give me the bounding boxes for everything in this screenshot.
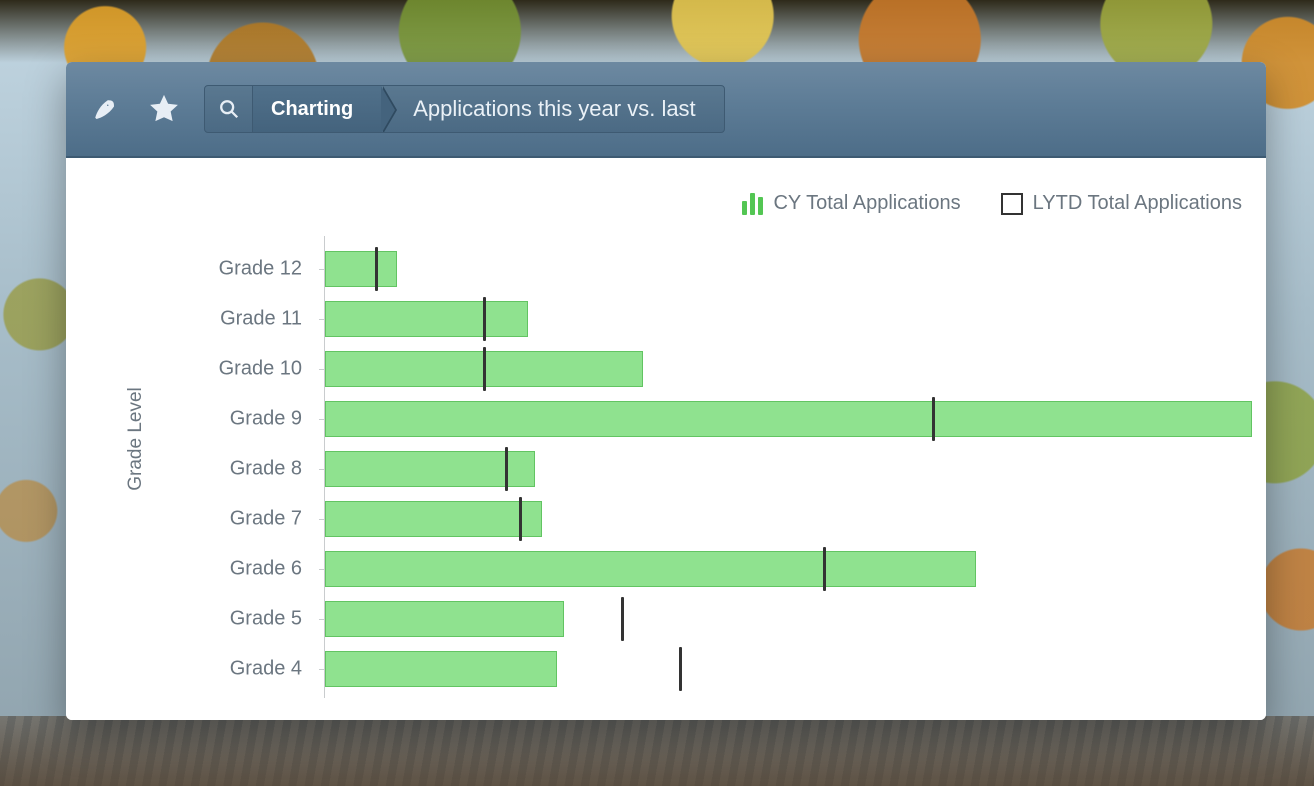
chart-row: Grade 5: [174, 594, 1266, 644]
chart-row: Grade 8: [174, 444, 1266, 494]
category-label: Grade 5: [174, 608, 314, 631]
breadcrumb-primary-label: Charting: [271, 98, 353, 121]
top-bar: Charting Applications this year vs. last: [66, 62, 1266, 158]
breadcrumb-secondary-label: Applications this year vs. last: [413, 96, 695, 122]
cy-bar[interactable]: [325, 451, 535, 487]
box-icon: [1001, 193, 1023, 215]
lytd-marker[interactable]: [375, 247, 378, 291]
cy-bar[interactable]: [325, 551, 976, 587]
chart-row: Grade 9: [174, 394, 1266, 444]
lytd-marker[interactable]: [519, 497, 522, 541]
lytd-marker[interactable]: [932, 397, 935, 441]
y-axis-title: Grade Level: [125, 387, 147, 491]
category-label: Grade 9: [174, 408, 314, 431]
lytd-marker[interactable]: [505, 447, 508, 491]
legend-item-cy[interactable]: CY Total Applications: [742, 192, 960, 215]
rocket-icon[interactable]: [84, 89, 124, 129]
star-icon[interactable]: [144, 89, 184, 129]
app-panel: Charting Applications this year vs. last…: [66, 62, 1266, 720]
chart-row: Grade 10: [174, 344, 1266, 394]
chart-row: Grade 4: [174, 644, 1266, 694]
legend-item-lytd[interactable]: LYTD Total Applications: [1001, 192, 1242, 215]
breadcrumb-secondary[interactable]: Applications this year vs. last: [381, 86, 723, 132]
lytd-marker[interactable]: [823, 547, 826, 591]
cy-bar[interactable]: [325, 501, 542, 537]
chart-plot: Grade 12 Grade 11 Grade 10 Grade 9 Grade 8 Gr…: [174, 244, 1266, 720]
wallpaper-bottom: [0, 716, 1314, 786]
lytd-marker[interactable]: [621, 597, 624, 641]
breadcrumb: Charting Applications this year vs. last: [204, 85, 725, 133]
category-label: Grade 11: [174, 308, 314, 331]
lytd-marker[interactable]: [679, 647, 682, 691]
legend-lytd-label: LYTD Total Applications: [1033, 192, 1242, 215]
legend-cy-label: CY Total Applications: [773, 192, 960, 215]
chart-row: Grade 11: [174, 294, 1266, 344]
category-label: Grade 6: [174, 558, 314, 581]
breadcrumb-primary[interactable]: Charting: [253, 86, 381, 132]
chart-row: Grade 7: [174, 494, 1266, 544]
cy-bar[interactable]: [325, 651, 557, 687]
chart-row: Grade 6: [174, 544, 1266, 594]
cy-bar[interactable]: [325, 251, 397, 287]
search-icon[interactable]: [205, 86, 253, 132]
bars-icon: [742, 193, 763, 215]
category-label: Grade 12: [174, 258, 314, 281]
category-label: Grade 8: [174, 458, 314, 481]
lytd-marker[interactable]: [483, 347, 486, 391]
chart-area: CY Total Applications LYTD Total Applica…: [66, 158, 1266, 720]
cy-bar[interactable]: [325, 301, 528, 337]
category-label: Grade 4: [174, 658, 314, 681]
chart-legend: CY Total Applications LYTD Total Applica…: [742, 192, 1242, 215]
lytd-marker[interactable]: [483, 297, 486, 341]
category-label: Grade 10: [174, 358, 314, 381]
chart-row: Grade 12: [174, 244, 1266, 294]
category-label: Grade 7: [174, 508, 314, 531]
cy-bar[interactable]: [325, 401, 1252, 437]
cy-bar[interactable]: [325, 601, 564, 637]
